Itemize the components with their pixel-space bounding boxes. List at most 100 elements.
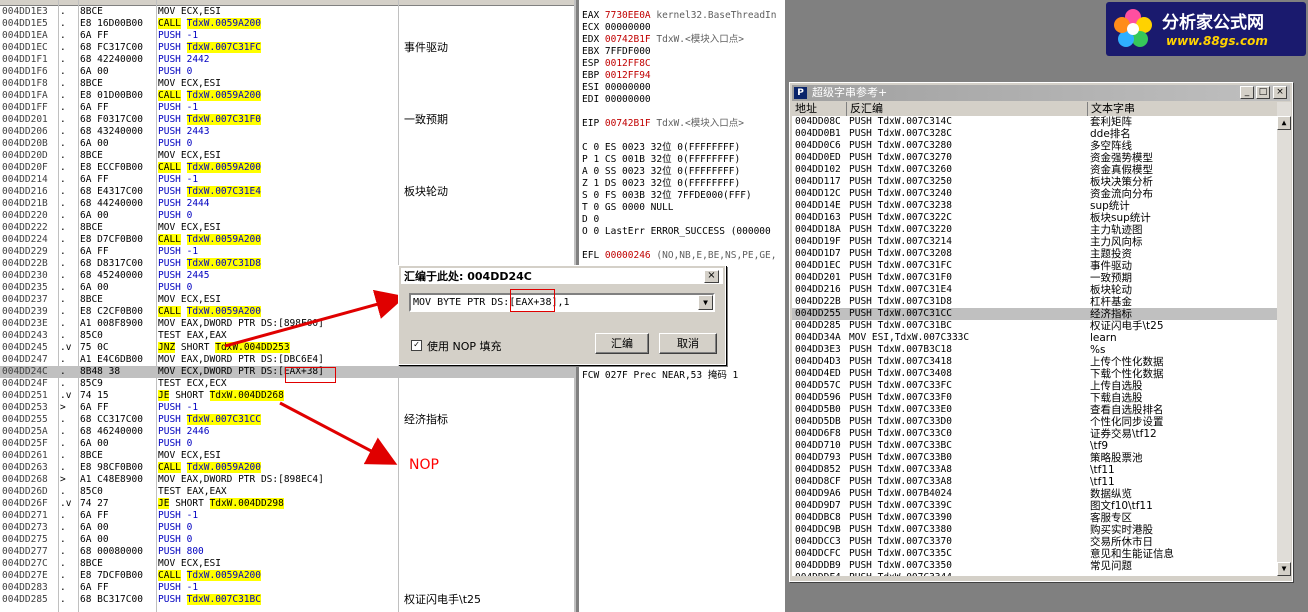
disasm-row[interactable]: 004DD1E3. 8BCE MOV ECX,ESI [0, 6, 574, 18]
disasm-row[interactable]: 004DD25A. 68 46240000 PUSH 2446 [0, 426, 574, 438]
disasm-row[interactable]: 004DD1E5. E8 16D00B00 CALL TdxW.0059A200 [0, 18, 574, 30]
register-line[interactable]: D 0 [582, 214, 599, 226]
column-header-address[interactable]: 地址 [792, 102, 847, 116]
disasm-row[interactable]: 004DD1F6. 6A 00 PUSH 0 [0, 66, 574, 78]
maximize-button[interactable]: □ [1256, 86, 1270, 99]
string-reference-window[interactable]: P 超级字串参考+ _ □ × 地址 反汇编 文本字串 004DD08C PUSH… [789, 82, 1293, 582]
disasm-row[interactable]: 004DD201. 68 F0317C00 PUSH TdxW.007C31F0 一致… [0, 114, 574, 126]
string-row[interactable]: 004DD163 PUSH TdxW.007C322C 板块sup统计 [792, 212, 1277, 224]
string-row[interactable]: 004DD19F PUSH TdxW.007C3214 主力风向标 [792, 236, 1277, 248]
register-line[interactable]: EBX 7FFDF000 [582, 46, 651, 58]
disasm-row[interactable]: 004DD224. E8 D7CF0B00 CALL TdxW.0059A200 [0, 234, 574, 246]
string-row[interactable]: 004DDCC3 PUSH TdxW.007C3370 交易所休市日 [792, 536, 1277, 548]
nop-fill-label[interactable]: 使用 NOP 填充 [427, 338, 502, 354]
register-line[interactable]: EDX 00742B1F TdxW.<模块入口点> [582, 34, 744, 46]
disasm-row[interactable]: 004DD214. 6A FF PUSH -1 [0, 174, 574, 186]
string-row[interactable]: 004DDC9B PUSH TdxW.007C3380 购买实时港股 [792, 524, 1277, 536]
dialog-close-button[interactable]: × [704, 270, 719, 283]
string-row[interactable]: 004DD8CF PUSH TdxW.007C33A8 \tf11 [792, 476, 1277, 488]
register-value[interactable]: 7730EE0A [605, 10, 651, 21]
string-row[interactable]: 004DD5B0 PUSH TdxW.007C33E0 查看自选股排名 [792, 404, 1277, 416]
string-row[interactable]: 004DD117 PUSH TdxW.007C3250 板块决策分析 [792, 176, 1277, 188]
string-row[interactable]: 004DDBC8 PUSH TdxW.007C3390 客服专区 [792, 512, 1277, 524]
disasm-row[interactable]: 004DD268 > A1 C48E8900 MOV EAX,DWORD PTR DS… [0, 474, 574, 486]
string-row[interactable]: 004DD285 PUSH TdxW.007C31BC 权证闪电手\t25 [792, 320, 1277, 332]
string-row[interactable]: 004DD57C PUSH TdxW.007C33FC 上传自选股 [792, 380, 1277, 392]
string-row[interactable]: 004DD4ED PUSH TdxW.007C3408 下载个性化数据 [792, 368, 1277, 380]
cancel-button[interactable]: 取消 [659, 333, 717, 354]
disasm-row[interactable]: 004DD220. 6A 00 PUSH 0 [0, 210, 574, 222]
register-line[interactable]: P 1 CS 001B 32位 0(FFFFFFFF) [582, 154, 740, 166]
register-line[interactable]: EBP 0012FF94 [582, 70, 651, 82]
register-line[interactable]: EDI 00000000 [582, 94, 651, 106]
string-window-titlebar[interactable]: P 超级字串参考+ _ □ × [792, 85, 1290, 101]
disasm-row[interactable]: 004DD283. 6A FF PUSH -1 [0, 582, 574, 594]
string-row[interactable]: 004DD793 PUSH TdxW.007C33B0 策略股票池 [792, 452, 1277, 464]
disasm-row[interactable]: 004DD20B. 6A 00 PUSH 0 [0, 138, 574, 150]
string-row[interactable]: 004DD9A6 PUSH TdxW.007B4024 数据纵览 [792, 488, 1277, 500]
string-row[interactable]: 004DDCFC PUSH TdxW.007C335C 意见和生能证信息 [792, 548, 1277, 560]
disasm-row[interactable]: 004DD1F1. 68 42240000 PUSH 2442 [0, 54, 574, 66]
assemble-dialog[interactable]: 汇编于此处: 004DD24C × MOV BYTE PTR DS:[EAX+3… [398, 265, 726, 365]
string-row[interactable]: 004DD14E PUSH TdxW.007C3238 sup统计 [792, 200, 1277, 212]
register-line[interactable]: EAX 7730EE0A kernel32.BaseThreadIn [582, 10, 777, 22]
string-row[interactable]: 004DD9D7 PUSH TdxW.007C339C 图文f10\tf11 [792, 500, 1277, 512]
string-row[interactable]: 004DD0ED PUSH TdxW.007C3270 资金强势模型 [792, 152, 1277, 164]
disasm-row[interactable]: 004DD273. 6A 00 PUSH 0 [0, 522, 574, 534]
register-line[interactable]: T 0 GS 0000 NULL [582, 202, 674, 214]
string-row[interactable]: 004DD201 PUSH TdxW.007C31F0 一致预期 [792, 272, 1277, 284]
disasm-row[interactable]: 004DD21B. 68 44240000 PUSH 2444 [0, 198, 574, 210]
register-line[interactable]: A 0 SS 0023 32位 0(FFFFFFFF) [582, 166, 740, 178]
string-row[interactable]: 004DDDF4 PUSH TdxW.007C3344 [792, 572, 1277, 576]
disasm-row[interactable]: 004DD271. 6A FF PUSH -1 [0, 510, 574, 522]
column-header-disasm[interactable]: 反汇编 [847, 102, 1088, 116]
string-row[interactable]: 004DD710 PUSH TdxW.007C33BC \tf9 [792, 440, 1277, 452]
disasm-row[interactable]: 004DD251 .v 74 15 JE SHORT TdxW.004DD268 [0, 390, 574, 402]
string-row[interactable]: 004DD4D3 PUSH TdxW.007C3418 上传个性化数据 [792, 356, 1277, 368]
string-row[interactable]: 004DD6F8 PUSH TdxW.007C33C0 证券交易\tf12 [792, 428, 1277, 440]
disasm-row[interactable]: 004DD255. 68 CC317C00 PUSH TdxW.007C31CC 经济… [0, 414, 574, 426]
string-row[interactable]: 004DD1D7 PUSH TdxW.007C3208 主题投资 [792, 248, 1277, 260]
string-row[interactable]: 004DD08C PUSH TdxW.007C314C 套利矩阵 [792, 116, 1277, 128]
register-line[interactable]: ESI 00000000 [582, 82, 651, 94]
disasm-row[interactable]: 004DD20F. E8 ECCF0B00 CALL TdxW.0059A200 [0, 162, 574, 174]
disasm-row[interactable]: 004DD26F .v 74 27 JE SHORT TdxW.004DD298 [0, 498, 574, 510]
string-list[interactable]: 004DD08C PUSH TdxW.007C314C 套利矩阵 004DD0B1 PU… [792, 116, 1277, 576]
disasm-row[interactable]: 004DD27C. 8BCE MOV ECX,ESI [0, 558, 574, 570]
disasm-row[interactable]: 004DD206. 68 43240000 PUSH 2443 [0, 126, 574, 138]
vertical-scrollbar[interactable]: ▲ ▼ [1277, 102, 1291, 576]
disasm-row[interactable]: 004DD27E. E8 7DCF0B00 CALL TdxW.0059A200 [0, 570, 574, 582]
register-line[interactable]: C 0 ES 0023 32位 0(FFFFFFFF) [582, 142, 740, 154]
string-row[interactable]: 004DD0C6 PUSH TdxW.007C3280 多空阵线 [792, 140, 1277, 152]
disasm-row[interactable]: 004DD25F. 6A 00 PUSH 0 [0, 438, 574, 450]
disasm-row[interactable]: 004DD1F8. 8BCE MOV ECX,ESI [0, 78, 574, 90]
register-line[interactable]: S 0 FS 003B 32位 7FFDE000(FFF) [582, 190, 752, 202]
register-line[interactable]: ECX 00000000 [582, 22, 651, 34]
string-row[interactable]: 004DD18A PUSH TdxW.007C3220 主力轨迹图 [792, 224, 1277, 236]
string-row[interactable]: 004DD255 PUSH TdxW.007C31CC 经济指标 [792, 308, 1277, 320]
disasm-row[interactable]: 004DD285. 68 BC317C00 PUSH TdxW.007C31BC 权证… [0, 594, 574, 606]
dialog-titlebar[interactable]: 汇编于此处: 004DD24C × [401, 268, 723, 285]
string-row[interactable]: 004DD596 PUSH TdxW.007C33F0 下载自选股 [792, 392, 1277, 404]
string-row[interactable]: 004DD5DB PUSH TdxW.007C33D0 个性化同步设置 [792, 416, 1277, 428]
string-row[interactable]: 004DDDB9 PUSH TdxW.007C3350 常见问题 [792, 560, 1277, 572]
register-line[interactable]: EFL 00000246 (NO,NB,E,BE,NS,PE,GE, [582, 250, 777, 262]
string-row[interactable]: 004DD34A MOV ESI,TdxW.007C333C learn [792, 332, 1277, 344]
string-row[interactable]: 004DD0B1 PUSH TdxW.007C328C dde排名 [792, 128, 1277, 140]
disasm-row[interactable]: 004DD229. 6A FF PUSH -1 [0, 246, 574, 258]
disasm-row[interactable]: 004DD1EC. 68 FC317C00 PUSH TdxW.007C31FC 事件… [0, 42, 574, 54]
string-row[interactable]: 004DD12C PUSH TdxW.007C3240 资金流向分布 [792, 188, 1277, 200]
register-line[interactable]: ESP 0012FF8C [582, 58, 651, 70]
disasm-row[interactable]: 004DD216. 68 E4317C00 PUSH TdxW.007C31E4 板块… [0, 186, 574, 198]
assemble-button[interactable]: 汇编 [595, 333, 649, 354]
string-row[interactable]: 004DD1EC PUSH TdxW.007C31FC 事件驱动 [792, 260, 1277, 272]
minimize-button[interactable]: _ [1240, 86, 1254, 99]
register-value[interactable]: 00000246 [605, 250, 651, 261]
scroll-up-icon[interactable]: ▲ [1277, 116, 1291, 130]
scroll-down-icon[interactable]: ▼ [1277, 562, 1291, 576]
disasm-row[interactable]: 004DD261. 8BCE MOV ECX,ESI [0, 450, 574, 462]
register-value[interactable]: 0012FF94 [605, 70, 651, 81]
register-line[interactable]: Z 1 DS 0023 32位 0(FFFFFFFF) [582, 178, 740, 190]
disasm-row[interactable]: 004DD222. 8BCE MOV ECX,ESI [0, 222, 574, 234]
disasm-row[interactable]: 004DD1EA. 6A FF PUSH -1 [0, 30, 574, 42]
